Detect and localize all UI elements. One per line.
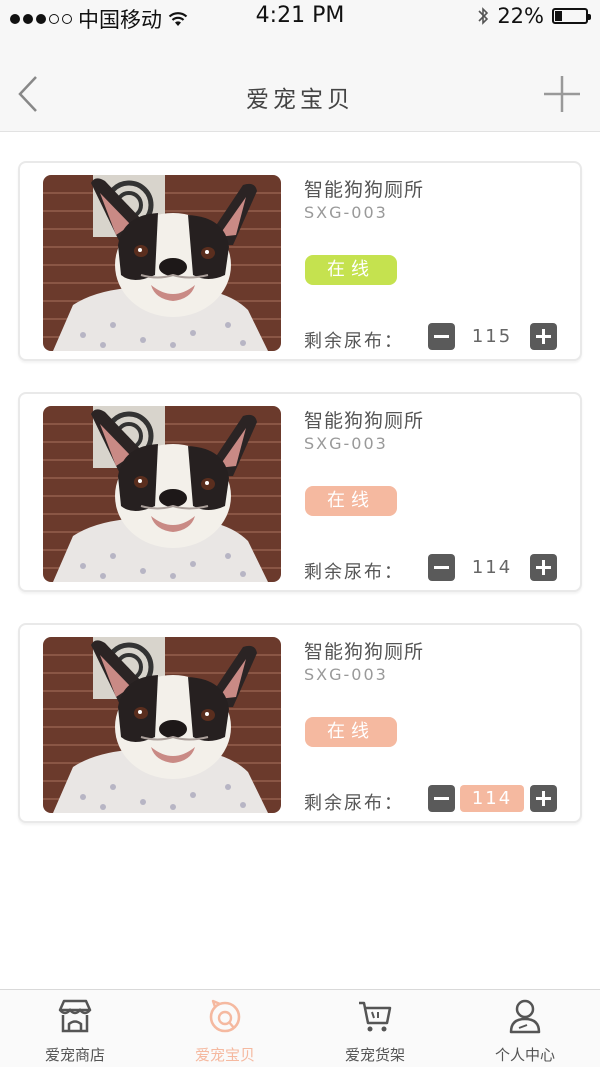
status-right: 22% [477,4,591,28]
tab-bar: 爱宠商店 爱宠宝贝 爱宠货架 个人中心 [0,989,600,1067]
store-icon [58,999,92,1033]
cart-icon [359,1001,392,1032]
navigation-bar: 爱宠宝贝 [0,34,600,132]
pet-icon [209,999,241,1033]
diaper-row: 剩余尿布： 114 [304,785,564,814]
bluetooth-icon [478,7,489,25]
decrement-button[interactable] [428,554,455,581]
status-badge: 在线 [305,717,397,747]
device-card[interactable]: 智能狗狗厕所 SXG-003 在线 剩余尿布： 114 [18,623,582,823]
increment-button[interactable] [530,785,557,812]
status-badge: 在线 [305,255,397,285]
increment-button[interactable] [530,554,557,581]
battery-icon [552,8,591,24]
plus-icon[interactable] [542,74,582,114]
status-bar: 中国移动 4:21 PM 22% [0,0,600,34]
increment-button[interactable] [530,323,557,350]
diaper-row: 剩余尿布： 115 [304,323,564,352]
device-model: SXG-003 [304,203,388,222]
device-name: 智能狗狗厕所 [304,641,425,663]
device-name: 智能狗狗厕所 [304,179,425,201]
tab-label: 爱宠货架 [344,1046,405,1064]
tab-label: 爱宠宝贝 [194,1046,255,1064]
tab-store[interactable]: 爱宠商店 [0,990,150,1067]
device-list: 智能狗狗厕所 SXG-003 在线 剩余尿布： 115 智能狗狗厕所 SXG-0… [18,161,582,854]
status-badge: 在线 [305,486,397,516]
diaper-row: 剩余尿布： 114 [304,554,564,583]
device-card[interactable]: 智能狗狗厕所 SXG-003 在线 剩余尿布： 114 [18,392,582,592]
tab-shelf[interactable]: 爱宠货架 [300,990,450,1067]
diaper-count[interactable]: 114 [460,554,524,581]
diaper-label: 剩余尿布： [304,562,404,583]
device-model: SXG-003 [304,665,388,684]
tab-profile[interactable]: 个人中心 [450,990,600,1067]
tab-pets[interactable]: 爱宠宝贝 [150,990,300,1067]
pet-photo [43,637,281,813]
device-model: SXG-003 [304,434,388,453]
device-card[interactable]: 智能狗狗厕所 SXG-003 在线 剩余尿布： 115 [18,161,582,361]
battery-percent: 22% [497,4,544,28]
decrement-button[interactable] [428,323,455,350]
tab-label: 个人中心 [494,1046,555,1064]
diaper-label: 剩余尿布： [304,793,404,814]
diaper-count[interactable]: 115 [460,323,524,350]
pet-photo [43,406,281,582]
tab-label: 爱宠商店 [44,1046,105,1064]
pet-photo [43,175,281,351]
page-title: 爱宠宝贝 [246,87,354,113]
decrement-button[interactable] [428,785,455,812]
diaper-count[interactable]: 114 [460,785,524,812]
diaper-label: 剩余尿布： [304,331,404,352]
device-name: 智能狗狗厕所 [304,410,425,432]
person-icon [509,999,541,1034]
